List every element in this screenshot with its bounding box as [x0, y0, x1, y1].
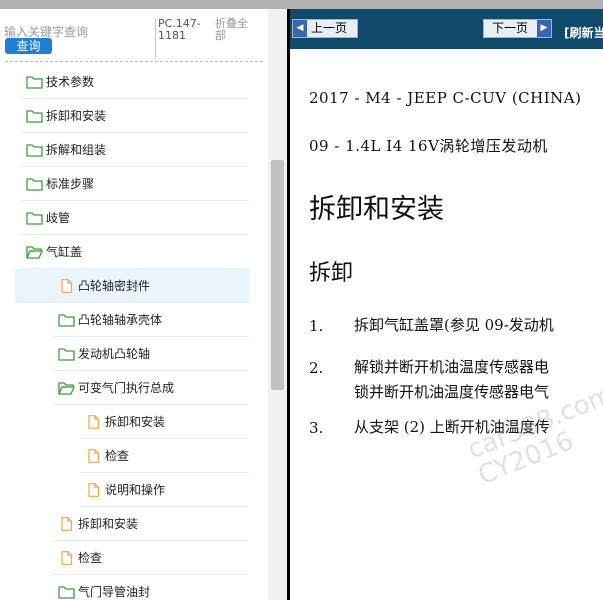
step-text: 从支架 (2) 上断开机油温度传 — [354, 418, 550, 436]
vehicle-line: 2017 - M4 - JEEP C-CUV (CHINA) — [309, 89, 582, 107]
tree-item[interactable]: 气缸盖 — [21, 235, 249, 269]
tree-item[interactable]: 标准步骤 — [21, 167, 249, 201]
step-number: 1. — [309, 317, 324, 335]
arrow-right-icon: ▶ — [537, 20, 551, 37]
folder-closed-icon — [58, 313, 75, 327]
folder-closed-icon — [26, 109, 43, 123]
prev-page-button[interactable]: ◀ 上一页 — [292, 19, 358, 38]
step-text: 锁并断开机油温度传感器电气 — [354, 383, 550, 401]
tree-item-label: 凸轮轴轴承壳体 — [78, 313, 163, 327]
tree-item[interactable]: 凸轮轴轴承壳体 — [53, 303, 249, 337]
tree-item[interactable]: 检查 — [53, 541, 249, 575]
document-icon — [85, 482, 102, 497]
next-page-label: 下一页 — [492, 21, 529, 35]
tree-item[interactable]: 拆解和组装 — [21, 133, 249, 167]
tree-item-label: 拆卸和安装 — [78, 517, 139, 531]
step-text: 解锁并断开机油温度传感器电 — [354, 358, 550, 376]
top-strip — [0, 0, 603, 9]
folder-closed-icon — [58, 347, 75, 361]
engine-line: 09 - 1.4L I4 16V涡轮增压发动机 — [309, 137, 548, 155]
tree-item-label: 标准步骤 — [46, 177, 95, 191]
tree-item[interactable]: 说明和操作 — [80, 473, 249, 507]
folder-closed-icon — [26, 75, 43, 89]
document-panel: ◀ 上一页 下一页 ▶ [刷新当 2017 - M4 - JEEP C-CUV … — [290, 9, 603, 600]
query-button[interactable]: 查询 — [5, 38, 52, 54]
tree-item-label: 检查 — [105, 449, 130, 463]
step-number: 3. — [309, 419, 324, 437]
tree-item-label: 拆解和组装 — [46, 143, 107, 157]
page-title: 拆卸和安装 — [309, 194, 444, 225]
tree-item[interactable]: 技术参数 — [21, 65, 249, 99]
folder-closed-icon — [26, 211, 43, 225]
document-icon — [58, 550, 75, 565]
separator — [5, 61, 263, 62]
pc-code-label: PC.147-1181 — [155, 18, 213, 58]
document-icon — [58, 278, 75, 293]
tree-item-label: 发动机凸轮轴 — [78, 347, 151, 361]
tree-item-label: 气缸盖 — [46, 245, 83, 259]
tree-item[interactable]: 可变气门执行总成 — [53, 371, 249, 405]
tree-item[interactable]: 歧管 — [21, 201, 249, 235]
tree-item-label: 凸轮轴密封件 — [78, 279, 151, 293]
left-panel: 查询 PC.147-1181 折叠全部 技术参数拆卸和安装拆解和组装标准步骤歧管… — [0, 9, 287, 600]
collapse-all-link[interactable]: 折叠全部 — [215, 18, 255, 42]
tree-item[interactable]: 气门导管油封 — [53, 575, 249, 600]
tree-item[interactable]: 拆卸和安装 — [53, 507, 249, 541]
folder-closed-icon — [26, 143, 43, 157]
step-text: 拆卸气缸盖罩(参见 09-发动机 — [354, 316, 554, 334]
folder-closed-icon — [26, 177, 43, 191]
tree-item-label: 拆卸和安装 — [105, 415, 166, 429]
scrollbar-thumb[interactable] — [271, 160, 284, 390]
next-page-button[interactable]: 下一页 ▶ — [483, 19, 552, 38]
refresh-link[interactable]: [刷新当 — [564, 24, 603, 41]
document-icon — [85, 448, 102, 463]
search-area: 查询 — [4, 21, 154, 54]
prev-page-label: 上一页 — [311, 21, 348, 35]
document-icon — [85, 414, 102, 429]
tree-item-label: 检查 — [78, 551, 103, 565]
tree-item-label: 说明和操作 — [105, 483, 166, 497]
document-icon — [58, 516, 75, 531]
tree-item-label: 可变气门执行总成 — [78, 381, 175, 395]
tree-item[interactable]: 拆卸和安装 — [80, 405, 249, 439]
document-content: 2017 - M4 - JEEP C-CUV (CHINA) 09 - 1.4L… — [290, 49, 603, 600]
tree-item-label: 气门导管油封 — [78, 585, 151, 599]
folder-open-icon — [26, 245, 43, 259]
tree-item-label: 歧管 — [46, 211, 71, 225]
tree-item[interactable]: 凸轮轴密封件 — [15, 269, 249, 303]
tree-item-label: 技术参数 — [46, 75, 95, 89]
folder-closed-icon — [58, 585, 75, 599]
tree-item-label: 拆卸和安装 — [46, 109, 107, 123]
folder-open-icon — [58, 381, 75, 395]
arrow-left-icon: ◀ — [293, 20, 307, 37]
tree-item[interactable]: 拆卸和安装 — [21, 99, 249, 133]
nav-bar: ◀ 上一页 下一页 ▶ [刷新当 — [290, 9, 603, 49]
scrollbar[interactable] — [268, 9, 287, 600]
section-title: 拆卸 — [309, 261, 354, 286]
step-number: 2. — [309, 359, 324, 377]
tree-item[interactable]: 检查 — [80, 439, 249, 473]
tree-item[interactable]: 发动机凸轮轴 — [53, 337, 249, 371]
